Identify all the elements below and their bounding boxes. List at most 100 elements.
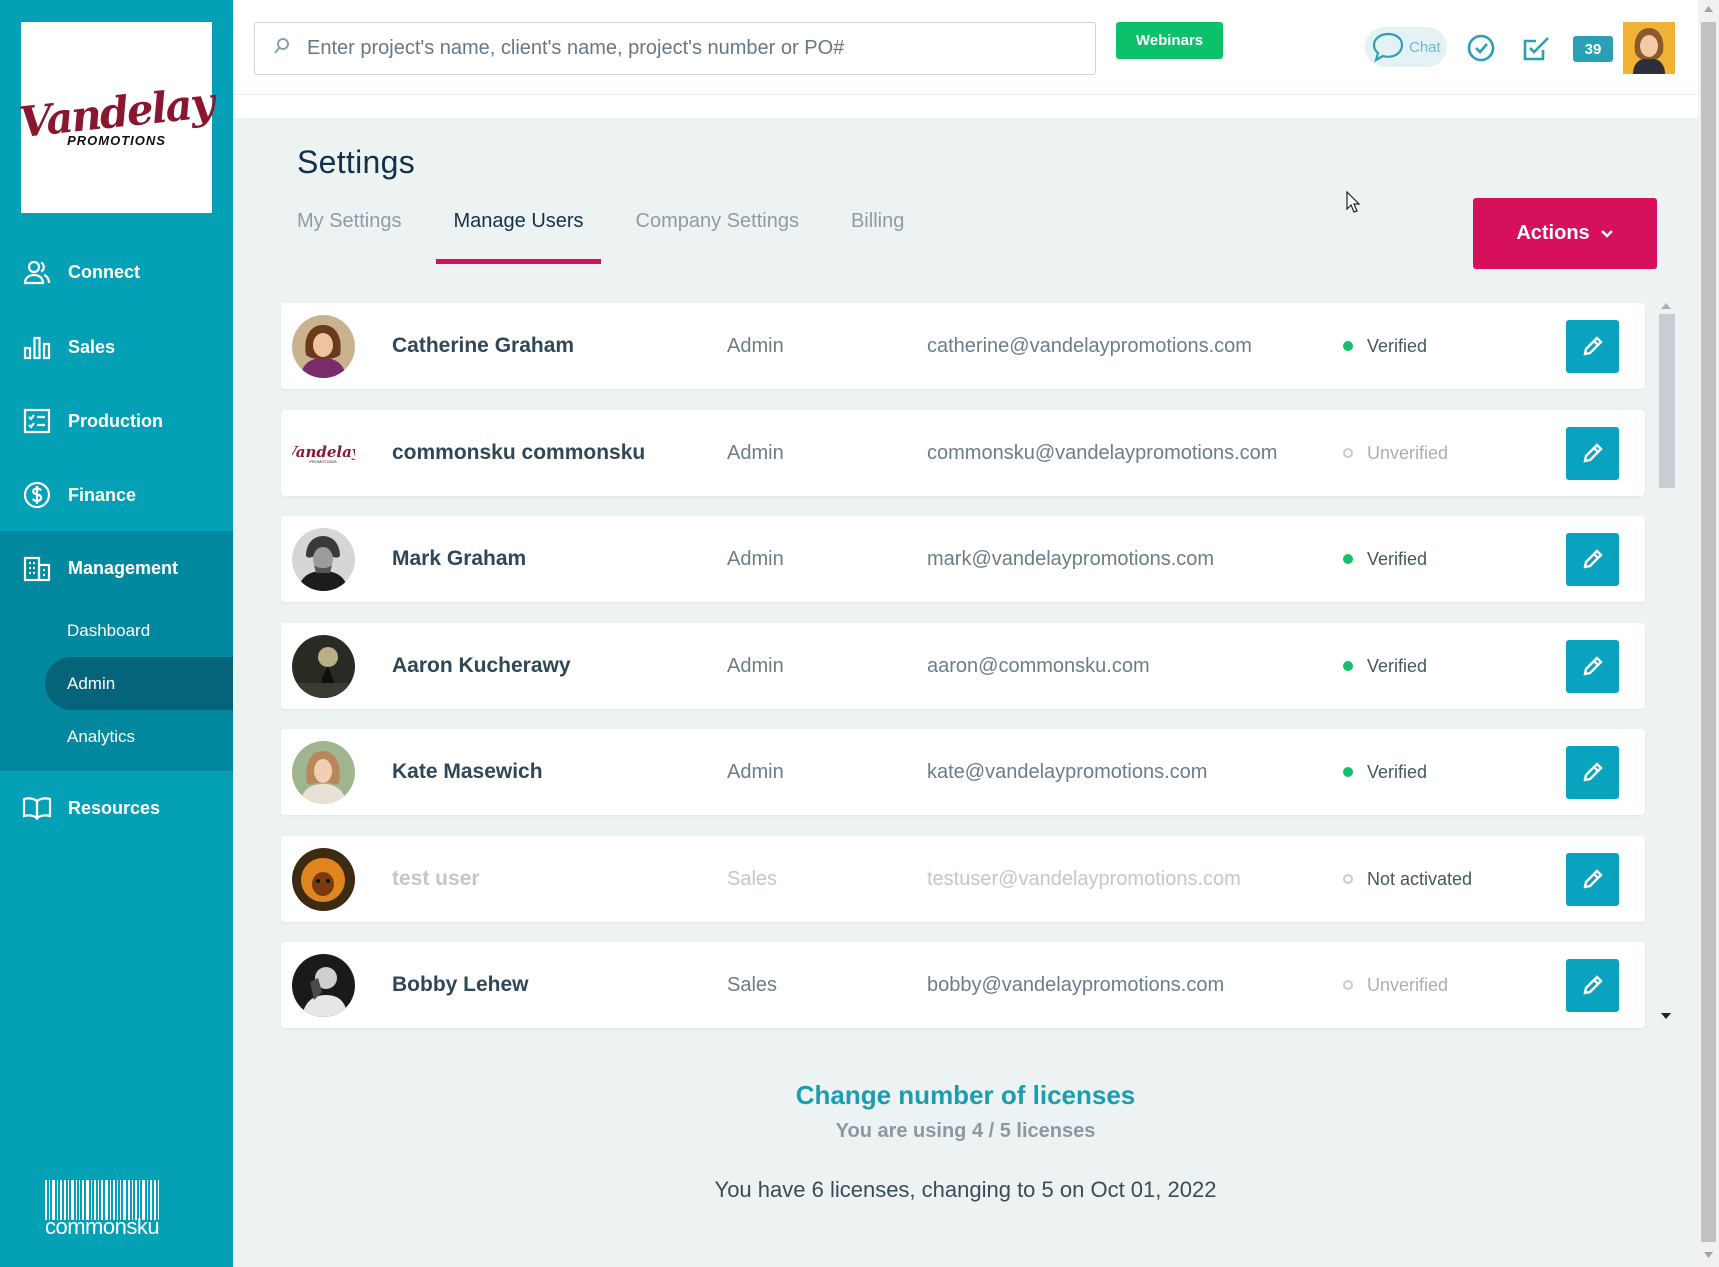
nav-production[interactable]: Production: [0, 384, 233, 458]
nav-label: Production: [68, 410, 163, 431]
tab-my-settings[interactable]: My Settings: [297, 210, 401, 260]
search-icon: [273, 37, 291, 60]
status-dot: [1343, 980, 1353, 990]
edit-user-button[interactable]: [1566, 426, 1619, 480]
search-box[interactable]: [254, 22, 1096, 75]
company-logo[interactable]: Vandelay PROMOTIONS: [17, 22, 216, 213]
clock-check-icon[interactable]: [1465, 32, 1497, 64]
user-email: commonsku@vandelaypromotions.com: [927, 441, 1278, 464]
status-dot: [1343, 767, 1353, 777]
status-dot: [1343, 661, 1353, 671]
user-email: mark@vandelaypromotions.com: [927, 547, 1215, 570]
subnav-admin[interactable]: Admin: [45, 657, 233, 710]
user-status: Not activated: [1343, 869, 1472, 890]
user-row: test user Sales testuser@vandelaypromoti…: [281, 836, 1645, 922]
status-label: Verified: [1367, 655, 1428, 676]
scrollbar-thumb[interactable]: [1659, 314, 1675, 488]
user-name: test user: [392, 867, 480, 890]
page-scrollbar-thumb[interactable]: [1701, 22, 1716, 1242]
user-avatar: [292, 314, 355, 378]
edit-user-button[interactable]: [1566, 958, 1619, 1012]
status-label: Verified: [1367, 548, 1428, 569]
pencil-icon: [1582, 443, 1603, 463]
status-dot: [1343, 874, 1353, 884]
page-scrollbar[interactable]: [1698, 0, 1719, 1267]
webinars-button[interactable]: Webinars: [1116, 22, 1223, 59]
nav-connect[interactable]: Connect: [0, 235, 233, 309]
user-avatar: [292, 953, 355, 1017]
page-scroll-up-icon: [1704, 6, 1713, 12]
notification-badge[interactable]: 39: [1573, 36, 1613, 62]
sidebar: Vandelay PROMOTIONS Connect Sales Produc…: [0, 0, 233, 1267]
settings-tabs: My Settings Manage Users Company Setting…: [297, 210, 956, 264]
tab-manage-users[interactable]: Manage Users: [436, 210, 601, 264]
user-row: VandelayPROMOTIONS commonsku commonsku A…: [281, 410, 1645, 496]
nav-resources[interactable]: Resources: [0, 771, 233, 845]
nav-label: Sales: [68, 336, 116, 357]
chat-label: Chat: [1409, 38, 1441, 56]
subnav-label: Dashboard: [67, 620, 151, 640]
user-name: Aaron Kucherawy: [392, 654, 571, 677]
user-avatar[interactable]: [1623, 22, 1675, 74]
nav-label: Finance: [68, 484, 137, 505]
user-name: Kate Masewich: [392, 760, 543, 783]
scroll-down-arrow-icon: [1661, 1013, 1671, 1019]
user-avatar: [292, 634, 355, 698]
dollar-icon: [22, 480, 52, 510]
nav-finance[interactable]: Finance: [0, 458, 233, 532]
chat-bubble-icon: [1372, 32, 1404, 63]
topbar: Webinars Chat 39: [233, 0, 1698, 95]
nav-management[interactable]: Management: [0, 531, 233, 605]
user-avatar: [292, 527, 355, 591]
status-dot: [1343, 341, 1353, 351]
subnav-analytics[interactable]: Analytics: [45, 710, 233, 763]
pencil-icon: [1582, 656, 1603, 676]
book-icon: [22, 793, 52, 823]
tab-billing[interactable]: Billing: [851, 210, 904, 260]
user-row: Kate Masewich Admin kate@vandelaypromoti…: [281, 729, 1645, 815]
logo-main-text: Vandelay: [17, 77, 216, 147]
license-usage-text: You are using 4 / 5 licenses: [835, 1120, 1096, 1142]
user-status: Verified: [1343, 762, 1427, 783]
change-licenses-link[interactable]: Change number of licenses: [233, 1080, 1698, 1111]
user-status: Verified: [1343, 336, 1427, 357]
nav-sales[interactable]: Sales: [0, 310, 233, 384]
edit-user-button[interactable]: [1566, 639, 1619, 693]
chevron-down-icon: [1600, 229, 1613, 238]
status-label: Unverified: [1367, 442, 1449, 463]
building-icon: [22, 553, 52, 583]
pencil-icon: [1582, 975, 1603, 995]
user-avatar: VandelayPROMOTIONS: [292, 421, 355, 485]
status-dot: [1343, 554, 1353, 564]
user-role: Sales: [727, 973, 778, 996]
edit-user-button[interactable]: [1566, 532, 1619, 586]
user-email: bobby@vandelaypromotions.com: [927, 973, 1225, 996]
actions-button[interactable]: Actions: [1473, 198, 1657, 269]
user-email: kate@vandelaypromotions.com: [927, 760, 1208, 783]
edit-user-button[interactable]: [1566, 319, 1619, 373]
nav-label: Connect: [68, 261, 140, 282]
pencil-icon: [1582, 869, 1603, 889]
user-name: Mark Graham: [392, 547, 527, 570]
checklist-icon: [22, 406, 52, 436]
search-input[interactable]: [307, 37, 1067, 60]
mouse-pointer-icon: [1346, 190, 1361, 218]
tab-company-settings[interactable]: Company Settings: [636, 210, 799, 260]
edit-user-button[interactable]: [1566, 852, 1619, 906]
status-label: Not activated: [1367, 868, 1473, 889]
people-icon: [22, 257, 52, 287]
task-edit-icon[interactable]: [1520, 32, 1552, 64]
status-label: Verified: [1367, 761, 1428, 782]
subnav-dashboard[interactable]: Dashboard: [45, 604, 233, 657]
edit-user-button[interactable]: [1566, 745, 1619, 799]
users-list-scrollbar[interactable]: [1655, 303, 1677, 1153]
status-dot: [1343, 448, 1353, 458]
user-email: catherine@vandelaypromotions.com: [927, 334, 1252, 357]
chat-button[interactable]: Chat: [1365, 27, 1447, 67]
user-avatar: [292, 847, 355, 911]
user-role: Admin: [727, 334, 784, 357]
commonsku-logo: commonsku: [45, 1180, 185, 1240]
svg-text:PROMOTIONS: PROMOTIONS: [309, 459, 337, 464]
user-name: commonsku commonsku: [392, 441, 646, 464]
status-label: Verified: [1367, 335, 1428, 356]
